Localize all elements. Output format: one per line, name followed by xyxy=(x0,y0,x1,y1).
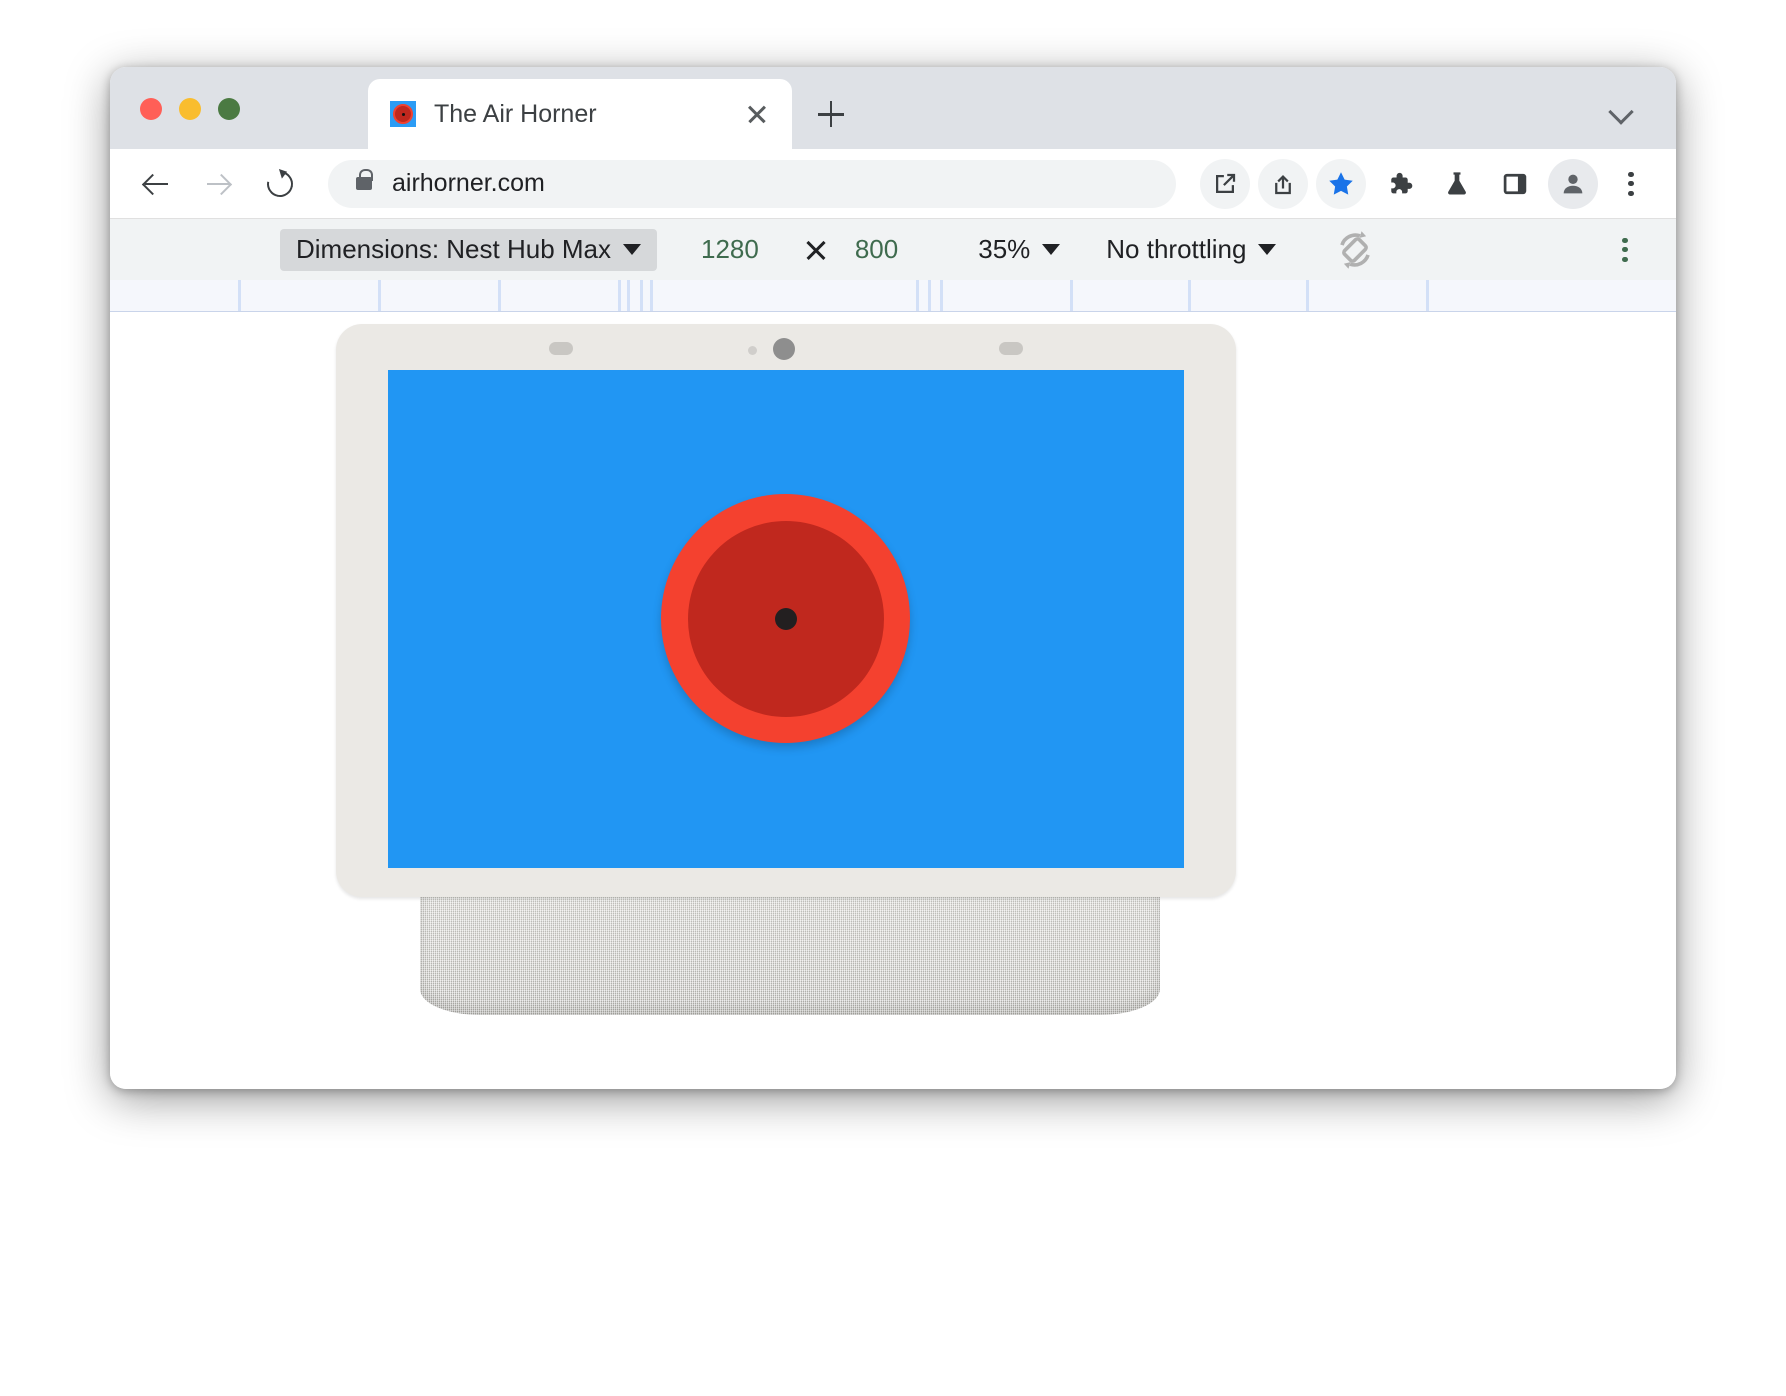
device-toolbar-menu-icon[interactable] xyxy=(1610,225,1640,275)
throttling-select[interactable]: No throttling xyxy=(1106,234,1276,265)
dimension-separator-icon xyxy=(805,239,827,261)
browser-tab[interactable]: The Air Horner xyxy=(368,79,792,149)
viewport-ruler xyxy=(110,280,1676,312)
air-horn-inner-circle xyxy=(688,521,884,717)
toolbar-icon-group xyxy=(1192,159,1654,209)
close-window-button[interactable] xyxy=(140,98,162,120)
experiments-flask-icon[interactable] xyxy=(1432,159,1482,209)
page-content-screen xyxy=(388,370,1184,868)
ruler-tick xyxy=(1188,280,1191,312)
reload-button[interactable] xyxy=(256,160,304,208)
device-dimensions-select[interactable]: Dimensions: Nest Hub Max xyxy=(280,229,657,271)
caret-down-icon xyxy=(623,244,641,255)
new-tab-button[interactable] xyxy=(810,93,852,135)
share-icon[interactable] xyxy=(1258,159,1308,209)
ruler-tick xyxy=(627,280,630,312)
ruler-tick xyxy=(238,280,241,312)
ruler-tick xyxy=(618,280,621,312)
ruler-tick xyxy=(1306,280,1309,312)
airhorner-favicon xyxy=(390,101,416,127)
ruler-tick xyxy=(640,280,643,312)
ruler-tick xyxy=(1070,280,1073,312)
ruler-tick xyxy=(650,280,653,312)
back-button[interactable] xyxy=(132,160,180,208)
device-stand xyxy=(420,878,1160,1015)
ruler-tick xyxy=(916,280,919,312)
ruler-tick xyxy=(1426,280,1429,312)
ruler-tick xyxy=(940,280,943,312)
viewport-height-input[interactable]: 800 xyxy=(855,234,898,265)
tab-strip: The Air Horner xyxy=(110,67,1676,149)
chevron-down-icon[interactable] xyxy=(1612,103,1634,115)
camera-icon xyxy=(773,338,795,360)
address-bar[interactable]: airhorner.com xyxy=(328,160,1176,208)
air-horn-button[interactable] xyxy=(661,494,910,743)
caret-down-icon xyxy=(1042,244,1060,255)
screenshot-root: The Air Horner airhorner.com xyxy=(0,0,1786,1396)
minimize-window-button[interactable] xyxy=(179,98,201,120)
speaker-slot-right-icon xyxy=(999,342,1023,355)
chrome-menu-icon[interactable] xyxy=(1608,159,1654,209)
throttling-label: No throttling xyxy=(1106,234,1246,265)
profile-avatar-icon[interactable] xyxy=(1548,159,1598,209)
arrow-right-icon xyxy=(206,172,230,196)
air-horn-center-dot xyxy=(775,608,797,630)
forward-button[interactable] xyxy=(194,160,242,208)
device-dimensions-label: Dimensions: Nest Hub Max xyxy=(296,234,611,265)
nest-hub-max-frame xyxy=(336,324,1236,897)
side-panel-icon[interactable] xyxy=(1490,159,1540,209)
sensor-dot-icon xyxy=(748,346,757,355)
extensions-puzzle-icon[interactable] xyxy=(1374,159,1424,209)
maximize-window-button[interactable] xyxy=(218,98,240,120)
device-bezel xyxy=(336,324,1236,370)
device-viewport xyxy=(110,312,1676,1089)
rotate-device-icon[interactable] xyxy=(1332,227,1378,273)
reload-icon xyxy=(262,165,298,201)
caret-down-icon xyxy=(1258,244,1276,255)
lock-icon xyxy=(356,177,372,190)
arrow-left-icon xyxy=(144,172,168,196)
bookmark-star-icon[interactable] xyxy=(1316,159,1366,209)
tab-title: The Air Horner xyxy=(434,100,740,129)
open-in-new-icon[interactable] xyxy=(1200,159,1250,209)
address-bar-url: airhorner.com xyxy=(392,169,545,198)
close-tab-icon[interactable] xyxy=(740,97,774,131)
viewport-width-input[interactable]: 1280 xyxy=(701,234,759,265)
ruler-tick xyxy=(498,280,501,312)
browser-window: The Air Horner airhorner.com xyxy=(110,67,1676,1089)
ruler-tick xyxy=(378,280,381,312)
device-toolbar: Dimensions: Nest Hub Max 1280 800 35% No… xyxy=(110,218,1676,280)
zoom-level-label: 35% xyxy=(978,234,1030,265)
zoom-select[interactable]: 35% xyxy=(978,234,1060,265)
browser-toolbar: airhorner.com xyxy=(110,149,1676,218)
ruler-tick xyxy=(928,280,931,312)
speaker-slot-left-icon xyxy=(549,342,573,355)
window-traffic-lights xyxy=(140,98,240,120)
